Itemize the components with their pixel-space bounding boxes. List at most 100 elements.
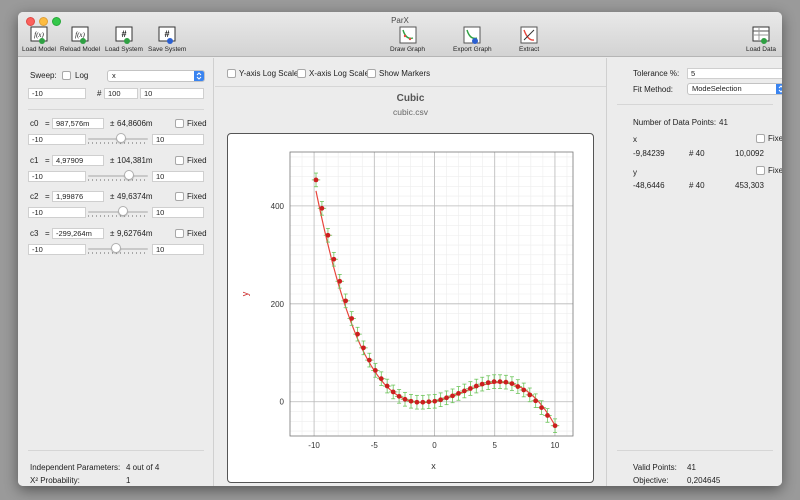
param-max-input[interactable]: 10 — [152, 171, 204, 182]
param-value-input[interactable]: 1,99876 — [52, 191, 104, 202]
fit-method-select[interactable]: ModeSelection — [687, 83, 782, 95]
param-max-input[interactable]: 10 — [152, 207, 204, 218]
sweep-log-label: Log — [75, 71, 89, 80]
slider-knob[interactable] — [111, 243, 121, 253]
param-equals: = — [45, 119, 50, 128]
param-equals: = — [45, 192, 50, 201]
param-value-input[interactable]: -299,264m — [52, 228, 104, 239]
chi2-probability-value: 1 — [126, 476, 131, 485]
save-system-button[interactable]: # Save System — [148, 26, 186, 53]
load-model-button[interactable]: f(x) Load Model — [22, 26, 56, 53]
reload-model-button[interactable]: f(x) Reload Model — [60, 26, 100, 53]
sweep-max-input[interactable]: 10 — [140, 88, 204, 99]
data-point — [402, 396, 408, 402]
function-reload-icon: f(x) — [71, 26, 89, 44]
y-count-value: # 40 — [689, 181, 705, 190]
x-fixed-checkbox[interactable] — [756, 134, 765, 143]
draw-graph-label: Draw Graph — [390, 46, 426, 53]
param-max-input[interactable]: 10 — [152, 134, 204, 145]
chart-frame[interactable]: -10 -5 0 5 10 0 200 400 x y — [227, 133, 594, 483]
load-model-label: Load Model — [22, 46, 56, 53]
select-arrows-icon — [194, 71, 204, 81]
param-slider[interactable] — [88, 170, 148, 182]
y-fixed-checkbox[interactable] — [756, 166, 765, 175]
x-log-checkbox[interactable] — [297, 69, 306, 78]
export-graph-button[interactable]: Export Graph — [453, 26, 492, 53]
extract-button[interactable]: Extract — [519, 26, 539, 53]
window-title: ParX — [391, 16, 409, 25]
slider-knob[interactable] — [116, 133, 126, 143]
data-point — [414, 399, 420, 405]
chart-svg: -10 -5 0 5 10 0 200 400 x y — [240, 151, 574, 471]
param-fixed-checkbox[interactable] — [175, 192, 184, 201]
reload-model-label: Reload Model — [60, 46, 101, 53]
slider-track — [88, 175, 148, 177]
load-data-button[interactable]: Load Data — [746, 26, 776, 53]
param-min-input[interactable]: -10 — [28, 134, 86, 145]
x-count-value: # 40 — [689, 149, 705, 158]
data-point — [491, 379, 497, 385]
save-system-label: Save System — [148, 46, 187, 53]
data-point — [390, 389, 396, 395]
data-point — [319, 205, 325, 211]
data-point — [438, 397, 444, 403]
param-fixed-checkbox[interactable] — [175, 229, 184, 238]
export-graph-label: Export Graph — [453, 46, 492, 53]
show-markers-label: Show Markers — [379, 69, 431, 78]
sweep-min-input[interactable]: -10 — [28, 88, 86, 99]
tolerance-input[interactable]: 5 — [687, 68, 782, 79]
param-value-input[interactable]: 4,97909 — [52, 155, 104, 166]
param-name: c2 — [30, 192, 39, 201]
chi2-probability-label: X² Probability: — [30, 476, 80, 485]
x-tick-label: -5 — [371, 441, 379, 450]
param-value-input[interactable]: 987,576m — [52, 118, 104, 129]
sweep-variable-value: x — [112, 71, 116, 80]
y-log-label: Y-axis Log Scale — [239, 69, 299, 78]
y-max-value: 453,303 — [735, 181, 764, 190]
param-error-value: 104,381m — [117, 156, 153, 165]
data-point — [361, 345, 366, 351]
data-point — [527, 392, 533, 398]
data-point — [420, 399, 426, 405]
param-plusminus: ± — [110, 119, 115, 128]
separator — [215, 86, 606, 87]
param-equals: = — [45, 229, 50, 238]
param-min-input[interactable]: -10 — [28, 244, 86, 255]
param-max-input[interactable]: 10 — [152, 244, 204, 255]
draw-graph-button[interactable]: Draw Graph — [390, 26, 425, 53]
data-point — [473, 383, 479, 389]
param-slider[interactable] — [88, 133, 148, 145]
separator — [28, 109, 204, 110]
data-point — [396, 393, 402, 399]
objective-value: 0,204645 — [687, 476, 721, 485]
data-point — [325, 232, 331, 238]
data-point — [349, 316, 355, 321]
param-fixed-checkbox[interactable] — [175, 156, 184, 165]
x-tick-label: 10 — [550, 441, 559, 450]
slider-ticks — [88, 215, 148, 217]
sweep-variable-select[interactable]: x — [107, 70, 205, 82]
param-slider[interactable] — [88, 243, 148, 255]
slider-knob[interactable] — [118, 206, 128, 216]
x-variable-label: x — [633, 135, 637, 144]
data-point — [432, 398, 438, 404]
slider-knob[interactable] — [124, 170, 134, 180]
param-min-input[interactable]: -10 — [28, 171, 86, 182]
load-system-button[interactable]: # Load System — [105, 26, 143, 53]
x-axis-label: x — [431, 461, 436, 471]
load-system-label: Load System — [105, 46, 143, 53]
tolerance-label: Tolerance %: — [633, 69, 680, 78]
x-min-value: -9,84239 — [633, 149, 665, 158]
param-slider[interactable] — [88, 206, 148, 218]
y-log-checkbox[interactable] — [227, 69, 236, 78]
sweep-count-input[interactable]: 100 — [104, 88, 138, 99]
sweep-log-checkbox[interactable] — [62, 71, 71, 80]
data-point — [545, 413, 550, 418]
show-markers-checkbox[interactable] — [367, 69, 376, 78]
param-min-input[interactable]: -10 — [28, 207, 86, 218]
graph-panel: Y-axis Log Scale X-axis Log Scale Show M… — [215, 58, 606, 486]
y-min-value: -48,6446 — [633, 181, 665, 190]
param-fixed-checkbox[interactable] — [175, 119, 184, 128]
param-name: c1 — [30, 156, 39, 165]
chart-subtitle: cubic.csv — [393, 107, 428, 117]
